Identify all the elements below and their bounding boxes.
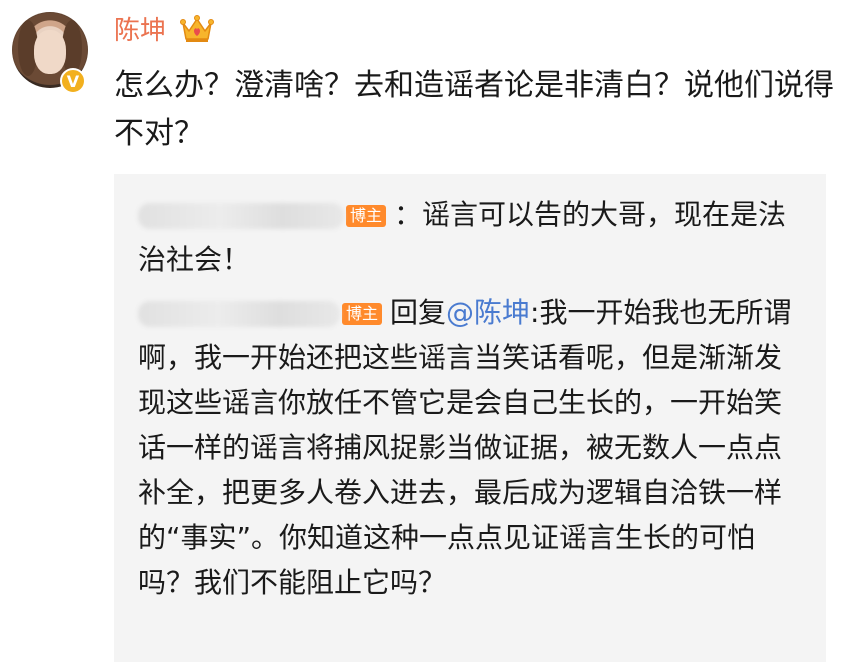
mention-link[interactable]: @陈坤 (446, 296, 530, 329)
blogger-tag: 博主 (346, 205, 387, 227)
blurred-commenter-name (138, 301, 340, 327)
blogger-tag: 博主 (342, 303, 383, 325)
blurred-commenter-name (138, 203, 344, 229)
avatar-face (34, 30, 66, 74)
username[interactable]: 陈坤 (114, 12, 166, 50)
verified-badge-icon: V (60, 68, 86, 94)
comment-item: 博主 ：谣言可以告的大哥，现在是法治社会！ (138, 192, 798, 282)
comment-item: 博主 回复@陈坤:我一开始我也无所谓啊，我一开始还把这些谣言当笑话看呢，但是渐渐发… (138, 290, 798, 605)
post-text: 怎么办？澄清啥？去和造谣者论是非清白？说他们说得不对？ (114, 68, 834, 151)
reply-prefix: 回复 (390, 296, 447, 329)
crown-icon (180, 15, 214, 42)
comment-text: :我一开始我也无所谓啊，我一开始还把这些谣言当笑话看呢，但是渐渐发现这些谣言你放… (138, 296, 792, 599)
